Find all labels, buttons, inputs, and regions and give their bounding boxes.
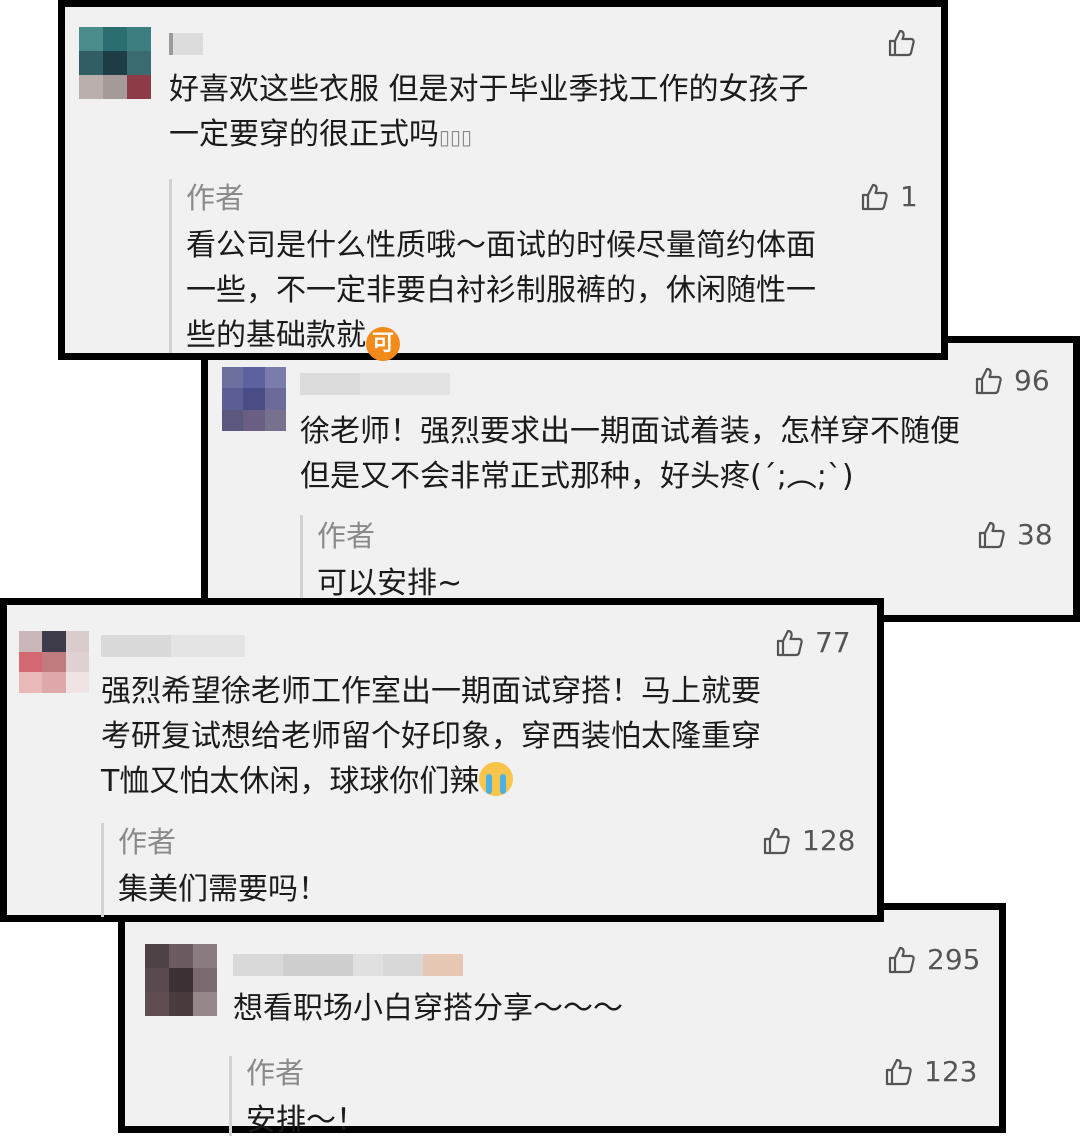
comment-line: 强烈希望徐老师工作室出一期面试穿搭！马上就要 xyxy=(101,674,761,709)
reply-author[interactable]: 作者 xyxy=(246,1056,304,1090)
comment-text: 徐老师！强烈要求出一期面试着装，怎样穿不随便 但是又不会非常正式那种，好头疼(´… xyxy=(300,409,960,499)
thumbs-up-icon xyxy=(861,183,888,211)
comment-text: 想看职场小白穿搭分享～～～ xyxy=(233,986,623,1031)
comment-line: 考研复试想给老师留个好印象，穿西装怕太隆重穿 xyxy=(101,719,761,754)
reply-line-text: 些的基础款就 xyxy=(186,318,366,353)
reply-text: 看公司是什么性质哦～面试的时候尽量简约体面 一些，不一定非要白衬衫制服裤的，休闲… xyxy=(186,223,816,361)
comment-text: 好喜欢这些衣服 但是对于毕业季找工作的女孩子 一定要穿的很正式吗▯▯▯ xyxy=(169,67,809,160)
reply-author[interactable]: 作者 xyxy=(317,519,375,553)
thumbs-up-icon xyxy=(776,629,803,657)
like-count: 128 xyxy=(802,824,856,857)
like-button[interactable]: 96 xyxy=(972,365,1050,397)
thumbs-up-icon xyxy=(975,367,1002,395)
comment-line-text: T恤又怕太休闲，球球你们辣 xyxy=(101,764,480,799)
blurred-username[interactable] xyxy=(300,373,450,395)
reply-line: 安排～！ xyxy=(246,1103,366,1138)
author-reply: 作者 1 看公司是什么性质哦～面试的时候尽量简约体面 一些，不一定非要白衬衫制服… xyxy=(169,179,932,361)
reply-like-button[interactable]: 123 xyxy=(882,1056,977,1088)
comment-line: T恤又怕太休闲，球球你们辣 xyxy=(101,759,761,804)
comment-line: 想看职场小白穿搭分享～～～ xyxy=(233,991,623,1026)
comment-text: 强烈希望徐老师工作室出一期面试穿搭！马上就要 考研复试想给老师留个好印象，穿西装… xyxy=(101,669,761,804)
like-count: 38 xyxy=(1017,518,1053,551)
like-button[interactable]: 77 xyxy=(773,627,851,659)
comment-line: 一定要穿的很正式吗▯▯▯ xyxy=(169,112,809,160)
thumbs-up-icon xyxy=(885,1058,912,1086)
avatar[interactable] xyxy=(222,367,286,431)
reply-line: 一些，不一定非要白衬衫制服裤的，休闲随性一 xyxy=(186,273,816,308)
like-count: 1 xyxy=(900,180,918,213)
comment-card: 77 强烈希望徐老师工作室出一期面试穿搭！马上就要 考研复试想给老师留个好印象，… xyxy=(0,598,884,922)
reply-author[interactable]: 作者 xyxy=(186,181,244,215)
blurred-username[interactable] xyxy=(101,635,245,657)
reply-like-button[interactable]: 1 xyxy=(858,181,918,213)
thumbs-up-icon xyxy=(888,29,915,57)
thumbs-up-icon xyxy=(978,521,1005,549)
author-reply: 作者 128 集美们需要吗！ xyxy=(101,823,864,917)
like-button[interactable]: 295 xyxy=(885,944,980,976)
reply-author[interactable]: 作者 xyxy=(118,825,176,859)
avatar[interactable] xyxy=(19,631,89,693)
reply-like-button[interactable]: 38 xyxy=(975,519,1053,551)
like-count: 123 xyxy=(924,1055,978,1088)
reply-text: 安排～！ xyxy=(246,1098,366,1143)
blurred-username[interactable] xyxy=(233,954,463,976)
comment-line: 但是又不会非常正式那种，好头疼(´;︵;`) xyxy=(300,459,854,494)
like-count: 295 xyxy=(927,943,981,976)
comment-card: 295 想看职场小白穿搭分享～～～ 作者 123 安排～！ xyxy=(118,903,1006,1138)
reply-line: 看公司是什么性质哦～面试的时候尽量简约体面 xyxy=(186,228,816,263)
like-count: 96 xyxy=(1014,364,1050,397)
avatar[interactable] xyxy=(145,944,217,1016)
reply-like-button[interactable]: 128 xyxy=(760,825,855,857)
comment-line: 好喜欢这些衣服 但是对于毕业季找工作的女孩子 xyxy=(169,72,809,107)
avatar[interactable] xyxy=(79,27,151,99)
ke-emoji-icon: 可 xyxy=(366,327,400,361)
thumbs-up-icon xyxy=(888,946,915,974)
reply-line: 些的基础款就可 xyxy=(186,313,816,361)
author-reply: 作者 123 安排～！ xyxy=(229,1056,992,1138)
crying-emoji-icon xyxy=(479,762,514,796)
comment-line: 徐老师！强烈要求出一期面试着装，怎样穿不随便 xyxy=(300,414,960,449)
reply-text: 集美们需要吗！ xyxy=(118,867,328,912)
unrendered-emoji: ▯▯▯ xyxy=(439,125,473,149)
comment-card: 96 徐老师！强烈要求出一期面试着装，怎样穿不随便 但是又不会非常正式那种，好头… xyxy=(201,336,1080,622)
comment-line-text: 一定要穿的很正式吗 xyxy=(169,117,439,152)
reply-line: 集美们需要吗！ xyxy=(118,872,328,907)
like-button[interactable] xyxy=(885,27,927,59)
like-count: 77 xyxy=(815,626,851,659)
blurred-username[interactable] xyxy=(169,33,203,55)
comment-card: 好喜欢这些衣服 但是对于毕业季找工作的女孩子 一定要穿的很正式吗▯▯▯ 作者 1… xyxy=(58,0,948,361)
thumbs-up-icon xyxy=(763,827,790,855)
